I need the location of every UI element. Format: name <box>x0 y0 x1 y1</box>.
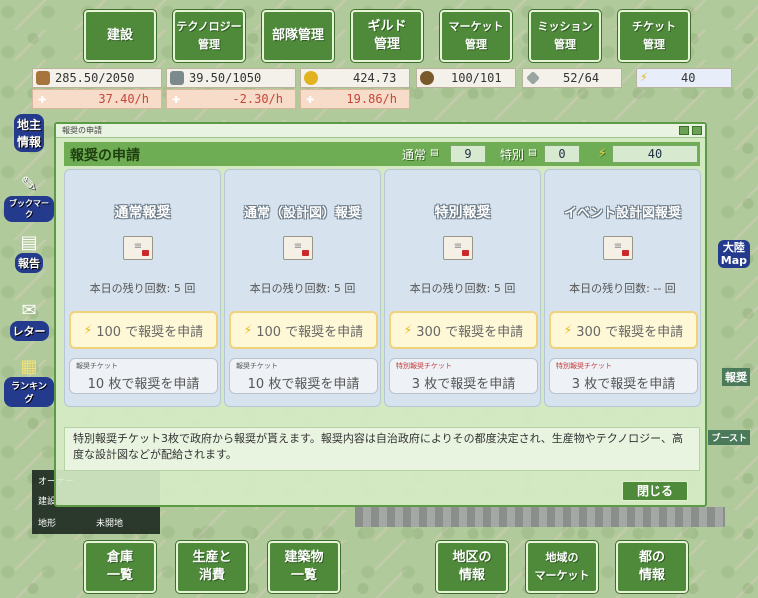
feather-icon: ✎ <box>20 172 38 196</box>
side-boost-button[interactable]: ブースト <box>708 430 750 445</box>
nav-regional-market-button[interactable]: 地域の マーケット <box>526 541 598 593</box>
plus-icon: ✚ <box>38 91 47 107</box>
ticket-icon: ≡ <box>123 236 153 260</box>
ranking-icon: ▦ <box>20 356 38 377</box>
nav-buildings-button[interactable]: 建築物 一覧 <box>268 541 340 593</box>
dialog-header: 報奨の申請 通常 ▤ 9 特別 ▤ 0 ⚡ 40 <box>64 142 700 166</box>
blurred-region <box>355 507 725 527</box>
request-ticket-button[interactable]: 報奨チケット 10 枚で報奨を申請 <box>69 358 218 394</box>
side-ranking-button[interactable]: ▦ ランキング <box>4 356 54 407</box>
close-button[interactable]: 閉じる <box>622 481 688 501</box>
ticket-icon: ≡ <box>443 236 473 260</box>
nav-build-button[interactable]: 建設 <box>84 10 156 62</box>
side-continent-map-button[interactable]: 大陸 Map <box>717 240 750 268</box>
nav-market-button[interactable]: マーケット 管理 <box>440 10 512 62</box>
side-landlord-info-button[interactable]: 地主 情報 <box>4 114 54 152</box>
normal-ticket-icon: ▤ <box>430 148 439 158</box>
plus-icon: ✚ <box>172 91 181 107</box>
dialog-title: 報奨の申請 <box>70 148 140 164</box>
side-letter-button[interactable]: ✉ レター <box>4 300 54 341</box>
side-reward-button[interactable]: 報奨 <box>722 368 750 386</box>
nav-capital-info-button[interactable]: 都の 情報 <box>616 541 688 593</box>
resource-gold-rate: ✚ 19.86/h <box>300 89 410 109</box>
request-energy-button[interactable]: ⚡ 100 で報奨を申請 <box>229 311 378 349</box>
side-report-button[interactable]: ▤ 報告 <box>4 232 54 273</box>
request-ticket-button[interactable]: 特別報奨チケット 3 枚で報奨を申請 <box>389 358 538 394</box>
resource-wood: 285.50/2050 <box>32 68 162 88</box>
envelope-icon: ✉ <box>21 300 37 321</box>
nav-guild-button[interactable]: ギルド 管理 <box>351 10 423 62</box>
nav-unit-button[interactable]: 部隊管理 <box>262 10 334 62</box>
stone-icon <box>170 71 184 85</box>
nav-ticket-button[interactable]: チケット 管理 <box>618 10 690 62</box>
special-ticket-icon: ▤ <box>528 148 537 158</box>
wood-icon <box>36 71 50 85</box>
special-ticket-label: 特別 <box>500 148 525 162</box>
dialog-titlebar: 報奨の申請 <box>56 124 705 138</box>
ticket-icon: ≡ <box>283 236 313 260</box>
normal-ticket-label: 通常 <box>402 148 427 162</box>
report-icon: ▤ <box>20 232 38 253</box>
nav-mission-button[interactable]: ミッション 管理 <box>529 10 601 62</box>
reward-description: 特別報奨チケット3枚で政府から報奨が貰えます。報奨内容は自治政府によりその都度決… <box>64 427 700 471</box>
request-ticket-button[interactable]: 特別報奨チケット 3 枚で報奨を申請 <box>549 358 698 394</box>
request-energy-button[interactable]: ⚡ 100 で報奨を申請 <box>69 311 218 349</box>
lightning-icon: ⚡ <box>598 146 607 160</box>
resource-wood-rate: ✚ 37.40/h <box>32 89 162 109</box>
reward-cards: 通常報奨 ≡ 本日の残り回数: 5 回 ⚡ 100 で報奨を申請 報奨チケット 10… <box>64 169 701 407</box>
nav-production-button[interactable]: 生産と 消費 <box>176 541 248 593</box>
nav-technology-button[interactable]: テクノロジー 管理 <box>173 10 245 62</box>
resource-land: 52/64 <box>522 68 622 88</box>
energy-count: 40 <box>612 145 698 163</box>
request-energy-button[interactable]: ⚡ 300 で報奨を申請 <box>549 311 698 349</box>
minimize-icon[interactable] <box>679 126 689 135</box>
side-bookmark-button[interactable]: ✎ ブックマーク <box>4 172 54 222</box>
nav-district-info-button[interactable]: 地区の 情報 <box>436 541 508 593</box>
request-energy-button[interactable]: ⚡ 300 で報奨を申請 <box>389 311 538 349</box>
reward-card-special: 特別報奨 ≡ 本日の残り回数: 5 回 ⚡ 300 で報奨を申請 特別報奨チケット… <box>384 169 541 407</box>
lightning-icon: ⚡ <box>243 323 253 337</box>
coin-icon <box>304 71 318 85</box>
resource-bar: 285.50/2050 ✚ 37.40/h 39.50/1050 ✚ -2.30… <box>32 68 732 112</box>
reward-card-normal: 通常報奨 ≡ 本日の残り回数: 5 回 ⚡ 100 で報奨を申請 報奨チケット 10… <box>64 169 221 407</box>
lightning-icon: ⚡ <box>403 323 413 337</box>
reward-application-dialog: 報奨の申請 報奨の申請 通常 ▤ 9 特別 ▤ 0 ⚡ 40 通常報奨 ≡ 本日… <box>54 122 707 507</box>
reward-card-blueprint: 通常（設計図）報奨 ≡ 本日の残り回数: 5 回 ⚡ 100 で報奨を申請 報奨チ… <box>224 169 381 407</box>
resource-stone-rate: ✚ -2.30/h <box>166 89 296 109</box>
nav-warehouse-button[interactable]: 倉庫 一覧 <box>84 541 156 593</box>
resource-gold: 424.73 <box>300 68 410 88</box>
special-ticket-count: 0 <box>544 145 580 163</box>
bottom-nav: 倉庫 一覧 生産と 消費 建築物 一覧 地区の 情報 地域の マーケット 都の … <box>84 541 694 593</box>
request-ticket-button[interactable]: 報奨チケット 10 枚で報奨を申請 <box>229 358 378 394</box>
ticket-icon: ≡ <box>603 236 633 260</box>
reward-card-event-blueprint: イベント設計図報奨 ≡ 本日の残り回数: -- 回 ⚡ 300 で報奨を申請 特別… <box>544 169 701 407</box>
owl-icon <box>420 71 434 85</box>
lightning-icon: ⚡ <box>563 323 573 337</box>
lightning-icon: ⚡ <box>83 323 93 337</box>
normal-ticket-count: 9 <box>450 145 486 163</box>
resource-energy: ⚡ 40 <box>636 68 732 88</box>
plus-icon: ✚ <box>306 91 315 107</box>
top-nav: 建設 テクノロジー 管理 部隊管理 ギルド 管理 マーケット 管理 ミッション … <box>84 10 690 62</box>
maximize-icon[interactable] <box>692 126 702 135</box>
land-icon <box>526 71 540 85</box>
lightning-icon: ⚡ <box>640 70 648 85</box>
resource-population: 100/101 <box>416 68 516 88</box>
resource-stone: 39.50/1050 <box>166 68 296 88</box>
